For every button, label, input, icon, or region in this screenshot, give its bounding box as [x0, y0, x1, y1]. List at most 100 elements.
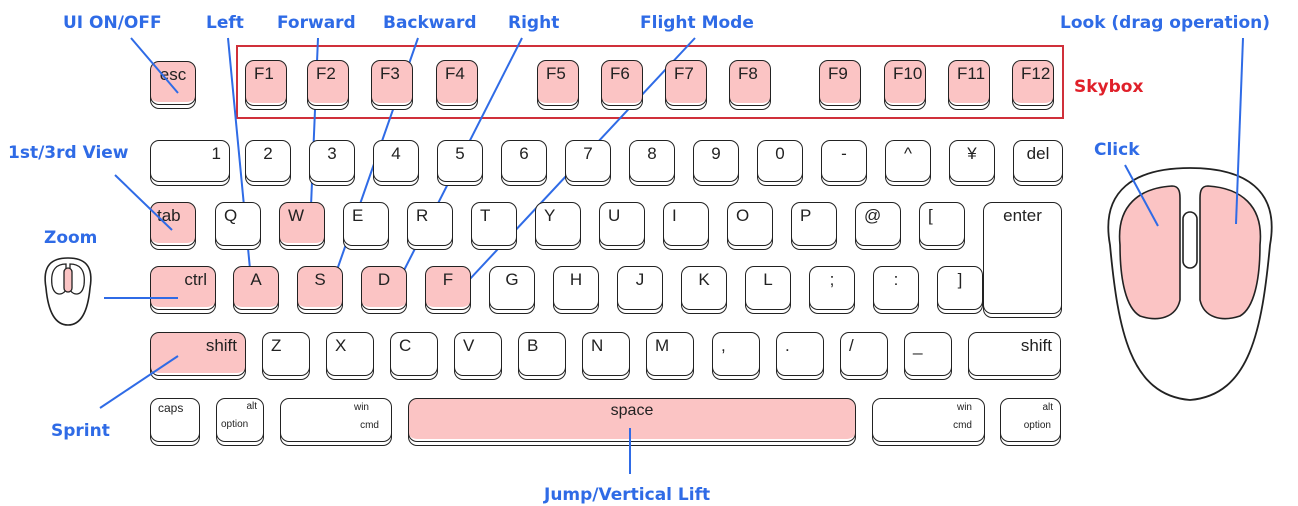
- key-label: shift: [1020, 336, 1052, 355]
- key-label: 5: [455, 144, 465, 163]
- key-label-alt: alt: [1042, 402, 1053, 413]
- key-i: I: [663, 202, 709, 246]
- key-label: F9: [828, 64, 848, 83]
- key-row3-0: A: [233, 266, 279, 310]
- key-num-3: 4: [373, 140, 419, 182]
- key-label: F11: [957, 64, 986, 83]
- key-label-option: option: [1023, 420, 1051, 431]
- key-num-5: 6: [501, 140, 547, 182]
- key-label-cmd: cmd: [360, 420, 379, 431]
- key-num-7: 8: [629, 140, 675, 182]
- key-1: 1: [150, 140, 230, 182]
- key-row4-2: C: [390, 332, 438, 376]
- key-f5: F5: [537, 60, 579, 106]
- key-label: 7: [583, 144, 593, 163]
- key-label: W: [288, 206, 305, 225]
- key-label-win: win: [353, 402, 369, 413]
- large-mouse-icon: [1107, 167, 1273, 401]
- key-f4: F4: [436, 60, 478, 106]
- key-sym: @: [855, 202, 901, 246]
- key-row4-5: N: [582, 332, 630, 376]
- key-win-cmd-right: win cmd: [872, 398, 985, 442]
- key-label: K: [698, 270, 710, 289]
- key-label: J: [635, 270, 645, 289]
- key-label: F2: [316, 64, 336, 83]
- key-label: shift: [205, 336, 237, 355]
- label-forward: Forward: [277, 13, 356, 33]
- key-row3-8: L: [745, 266, 791, 310]
- key-num-9: 0: [757, 140, 803, 182]
- key-num-13: del: [1013, 140, 1063, 182]
- key-q: Q: [215, 202, 261, 246]
- label-click: Click: [1094, 140, 1140, 160]
- key-f12: F12: [1012, 60, 1054, 106]
- key-label: F5: [546, 64, 566, 83]
- key-label: Q: [224, 206, 238, 225]
- key-f10: F10: [884, 60, 926, 106]
- label-left: Left: [206, 13, 244, 33]
- key-label: S: [314, 270, 326, 289]
- key-label: L: [763, 270, 773, 289]
- key-f8: F8: [729, 60, 771, 106]
- key-p: P: [791, 202, 837, 246]
- label-look: Look (drag operation): [1060, 13, 1271, 33]
- key-label: F1: [254, 64, 274, 83]
- key-row4-8: .: [776, 332, 824, 376]
- key-label: 9: [711, 144, 721, 163]
- label-right: Right: [508, 13, 560, 33]
- key-row3-5: H: [553, 266, 599, 310]
- key-label: /: [849, 336, 854, 355]
- key-row3-2: D: [361, 266, 407, 310]
- key-t: T: [471, 202, 517, 246]
- key-label: 1: [211, 144, 221, 163]
- key-row3-6: J: [617, 266, 663, 310]
- key-o: O: [727, 202, 773, 246]
- label-ui-onoff: UI ON/OFF: [63, 13, 162, 33]
- key-enter: enter: [983, 202, 1062, 314]
- key-row3-3: F: [425, 266, 471, 310]
- key-label: .: [785, 336, 790, 355]
- key-label: 6: [519, 144, 529, 163]
- key-label: C: [399, 336, 412, 355]
- key-label: enter: [1003, 206, 1042, 225]
- key-label: ,: [721, 336, 726, 355]
- key-label: X: [335, 336, 347, 355]
- key-label: U: [608, 206, 621, 225]
- key-num-8: 9: [693, 140, 739, 182]
- key-label: E: [352, 206, 364, 225]
- key-row3-11: ]: [937, 266, 983, 310]
- key-label: 0: [775, 144, 785, 163]
- key-label: 3: [327, 144, 337, 163]
- key-y: Y: [535, 202, 581, 246]
- key-label: D: [377, 270, 391, 289]
- key-ctrl: ctrl: [150, 266, 216, 310]
- key-row4-9: /: [840, 332, 888, 376]
- key-row3-4: G: [489, 266, 535, 310]
- key-tab: tab: [150, 202, 196, 246]
- key-label-alt: alt: [246, 401, 257, 412]
- key-label: N: [591, 336, 604, 355]
- key-f11: F11: [948, 60, 990, 106]
- key-num-11: ^: [885, 140, 931, 182]
- key-label: F8: [738, 64, 758, 83]
- key-label: V: [463, 336, 475, 355]
- label-sprint: Sprint: [51, 421, 110, 441]
- key-label: 4: [391, 144, 401, 163]
- key-num-4: 5: [437, 140, 483, 182]
- key-label: ;: [829, 270, 835, 289]
- key-num-2: 3: [309, 140, 355, 182]
- key-label: ctrl: [184, 270, 207, 289]
- key-label: Z: [271, 336, 282, 355]
- key-w: W: [279, 202, 325, 246]
- key-u: U: [599, 202, 645, 246]
- key-label: B: [527, 336, 539, 355]
- key-label: F12: [1021, 64, 1051, 83]
- key-label: F3: [380, 64, 400, 83]
- label-view: 1st/3rd View: [8, 143, 129, 163]
- key-f2: F2: [307, 60, 349, 106]
- key-label: A: [250, 270, 262, 289]
- key-label: F6: [610, 64, 630, 83]
- key-label: caps: [158, 401, 184, 415]
- key-label: 2: [263, 144, 273, 163]
- key-label: @: [864, 206, 882, 225]
